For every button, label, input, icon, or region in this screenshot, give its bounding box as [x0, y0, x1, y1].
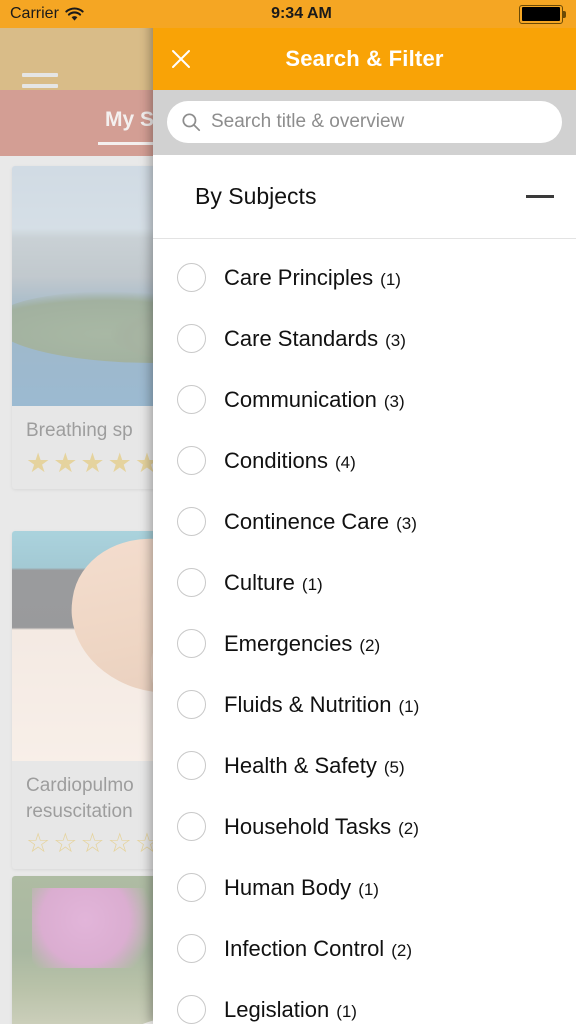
close-icon[interactable] — [161, 39, 201, 79]
search-icon — [181, 112, 201, 132]
subject-count: (3) — [383, 391, 405, 411]
subject-label: Legislation — [224, 996, 330, 1022]
tab-my-subjects[interactable]: My S — [105, 108, 154, 132]
radio-button-icon[interactable] — [177, 324, 206, 353]
status-bar: Carrier 9:34 AM — [0, 0, 576, 28]
subject-count: (3) — [396, 513, 417, 533]
subject-count: (1) — [358, 879, 379, 899]
battery-full-icon — [519, 4, 566, 24]
subject-count: (1) — [336, 1001, 357, 1021]
radio-button-icon[interactable] — [177, 446, 206, 475]
subject-filter-row[interactable]: Human Body (1) — [153, 857, 576, 918]
subject-label: Household Tasks — [224, 813, 392, 839]
subject-label: Emergencies — [224, 630, 353, 656]
subject-label: Communication — [224, 386, 377, 412]
subject-label: Culture — [224, 569, 295, 595]
subject-label: Fluids & Nutrition — [224, 691, 392, 717]
search-filter-panel: Search & Filter Search title & overview … — [153, 0, 576, 1024]
subject-count: (3) — [385, 330, 406, 350]
radio-button-icon[interactable] — [177, 812, 206, 841]
radio-button-icon[interactable] — [177, 995, 206, 1024]
subject-row-text: Human Body (1) — [224, 875, 379, 901]
subject-filter-row[interactable]: Fluids & Nutrition (1) — [153, 674, 576, 735]
subject-filter-row[interactable]: Care Standards (3) — [153, 308, 576, 369]
subject-row-text: Culture (1) — [224, 570, 323, 596]
radio-button-icon[interactable] — [177, 690, 206, 719]
subject-label: Continence Care — [224, 508, 390, 534]
wifi-icon — [65, 7, 84, 22]
section-header-by-subjects[interactable]: By Subjects — [153, 155, 576, 239]
subject-filter-row[interactable]: Household Tasks (2) — [153, 796, 576, 857]
subject-count: (1) — [398, 696, 420, 716]
subject-label: Infection Control — [224, 935, 385, 961]
subject-label: Conditions — [224, 447, 328, 473]
subject-filter-row[interactable]: Culture (1) — [153, 552, 576, 613]
radio-button-icon[interactable] — [177, 507, 206, 536]
subject-row-text: Legislation (1) — [224, 997, 357, 1023]
subject-filter-row[interactable]: Conditions (4) — [153, 430, 576, 491]
subject-count: (2) — [359, 635, 381, 655]
carrier-label: Carrier — [10, 5, 59, 22]
subject-row-text: Infection Control (2) — [224, 936, 412, 962]
radio-button-icon[interactable] — [177, 263, 206, 292]
subject-filter-row[interactable]: Continence Care (3) — [153, 491, 576, 552]
subject-label: Care Standards — [224, 325, 379, 351]
section-title: By Subjects — [195, 183, 317, 209]
subject-filter-list[interactable]: Care Principles (1) Care Standards (3) Commu… — [153, 239, 576, 1024]
subject-filter-row[interactable]: Communication (3) — [153, 369, 576, 430]
radio-button-icon[interactable] — [177, 934, 206, 963]
subject-filter-row[interactable]: Emergencies (2) — [153, 613, 576, 674]
radio-button-icon[interactable] — [177, 385, 206, 414]
subject-count: (2) — [398, 818, 419, 838]
subject-count: (2) — [391, 940, 412, 960]
subject-filter-row[interactable]: Care Principles (1) — [153, 247, 576, 308]
subject-label: Human Body — [224, 874, 352, 900]
subject-label: Health & Safety — [224, 752, 377, 778]
subject-row-text: Care Standards (3) — [224, 326, 406, 352]
panel-header: Search & Filter — [153, 28, 576, 90]
subject-row-text: Care Principles (1) — [224, 265, 401, 291]
radio-button-icon[interactable] — [177, 873, 206, 902]
radio-button-icon[interactable] — [177, 751, 206, 780]
subject-count: (5) — [383, 757, 405, 777]
subject-row-text: Communication (3) — [224, 387, 405, 413]
subject-count: (1) — [301, 574, 323, 594]
subject-row-text: Fluids & Nutrition (1) — [224, 692, 419, 718]
subject-filter-row[interactable]: Health & Safety (5) — [153, 735, 576, 796]
subject-count: (1) — [380, 269, 401, 289]
radio-button-icon[interactable] — [177, 568, 206, 597]
subject-row-text: Health & Safety (5) — [224, 753, 405, 779]
status-time: 9:34 AM — [271, 5, 332, 22]
search-bar-container: Search title & overview — [153, 90, 576, 155]
minus-icon[interactable] — [526, 195, 554, 198]
app-screen: My S Breathing sp ★★★★★ Cardiopulmo resu… — [0, 0, 576, 1024]
subject-filter-row[interactable]: Infection Control (2) — [153, 918, 576, 979]
radio-button-icon[interactable] — [177, 629, 206, 658]
subject-row-text: Emergencies (2) — [224, 631, 380, 657]
subject-filter-row[interactable]: Legislation (1) — [153, 979, 576, 1024]
search-input[interactable]: Search title & overview — [167, 101, 562, 143]
subject-row-text: Household Tasks (2) — [224, 814, 419, 840]
subject-row-text: Conditions (4) — [224, 448, 356, 474]
subject-label: Care Principles — [224, 264, 374, 290]
page-title: Search & Filter — [285, 46, 444, 71]
subject-row-text: Continence Care (3) — [224, 509, 417, 535]
search-placeholder-text: Search title & overview — [211, 111, 405, 132]
subject-count: (4) — [334, 452, 356, 472]
